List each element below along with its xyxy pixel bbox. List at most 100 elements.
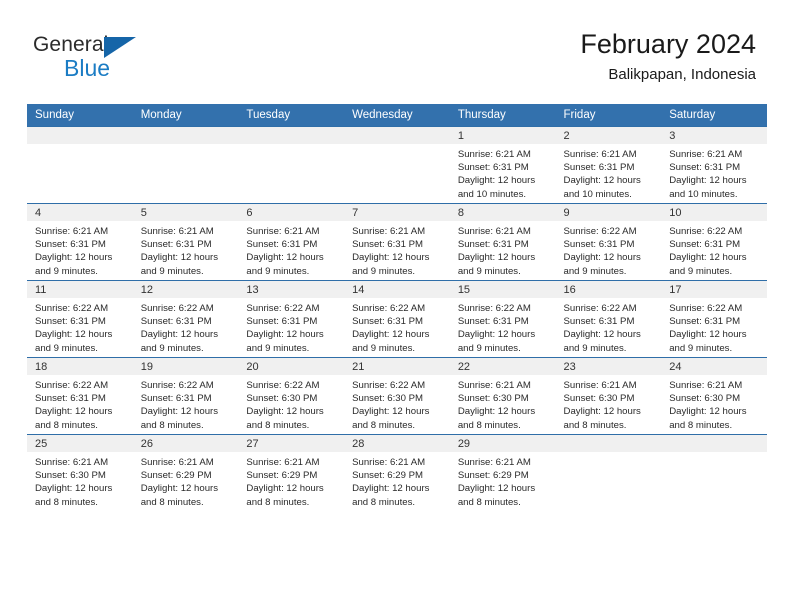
day-cell[interactable]: 20 Sunrise: 6:22 AM Sunset: 6:30 PM Dayligh… [238, 357, 345, 435]
day-cell-content [555, 435, 662, 511]
daylight-text-line1: Daylight: 12 hours [352, 406, 430, 418]
day-cell[interactable]: 22 Sunrise: 6:21 AM Sunset: 6:30 PM Dayligh… [449, 357, 556, 435]
daylight-text-line2: and 8 minutes. [352, 419, 416, 431]
day-cell-content: 15 Sunrise: 6:22 AM Sunset: 6:31 PM Dayligh… [449, 281, 556, 357]
day-info: Sunrise: 6:22 AM Sunset: 6:31 PM Daylight:… [556, 298, 662, 355]
sunrise-text: Sunrise: 6:22 AM [352, 380, 426, 391]
day-cell[interactable]: 2 Sunrise: 6:21 AM Sunset: 6:31 PM Daylight… [555, 126, 662, 204]
day-cell-content: 3 Sunrise: 6:21 AM Sunset: 6:31 PM Daylight… [661, 127, 767, 203]
daylight-text-line2: and 8 minutes. [35, 496, 98, 508]
day-info: Sunrise: 6:21 AM Sunset: 6:30 PM Daylight:… [556, 375, 662, 432]
daylight-text-line2: and 8 minutes. [563, 419, 627, 431]
daylight-text-line2: and 9 minutes. [140, 265, 204, 277]
sunset-text: Sunset: 6:30 PM [246, 393, 318, 405]
day-cell[interactable]: 10 Sunrise: 6:22 AM Sunset: 6:31 PM Dayligh… [661, 203, 767, 281]
sunset-text: Sunset: 6:30 PM [563, 393, 635, 405]
daylight-text-line1: Daylight: 12 hours [140, 252, 219, 264]
day-number: 9 [555, 204, 662, 221]
daylight-text-line2: and 9 minutes. [140, 342, 204, 354]
day-cell[interactable]: 9 Sunrise: 6:22 AM Sunset: 6:31 PM Daylight… [555, 203, 662, 281]
day-info: Sunrise: 6:22 AM Sunset: 6:31 PM Daylight:… [133, 375, 239, 432]
weekday-tuesday: Tuesday [238, 104, 345, 127]
daylight-text-line1: Daylight: 12 hours [140, 329, 219, 341]
day-cell[interactable]: 24 Sunrise: 6:21 AM Sunset: 6:30 PM Dayligh… [661, 357, 767, 435]
day-info: Sunrise: 6:21 AM Sunset: 6:29 PM Daylight:… [238, 452, 344, 509]
calendar-table: Sunday Monday Tuesday Wednesday Thursday… [27, 104, 767, 511]
sunrise-text: Sunrise: 6:21 AM [457, 226, 531, 237]
day-number: 1 [449, 127, 556, 144]
sunset-text: Sunset: 6:31 PM [352, 316, 424, 328]
day-cell[interactable]: 27 Sunrise: 6:21 AM Sunset: 6:29 PM Dayligh… [238, 434, 345, 511]
sunrise-text: Sunrise: 6:21 AM [457, 149, 531, 160]
day-cell-content: 7 Sunrise: 6:21 AM Sunset: 6:31 PM Daylight… [344, 204, 450, 280]
day-cell-content: 2 Sunrise: 6:21 AM Sunset: 6:31 PM Daylight… [555, 127, 662, 203]
daylight-text-line1: Daylight: 12 hours [563, 329, 641, 341]
day-number: 12 [132, 281, 239, 298]
daylight-text-line2: and 8 minutes. [246, 496, 310, 508]
sunset-text: Sunset: 6:31 PM [35, 239, 106, 251]
day-number: 25 [27, 435, 133, 452]
sunrise-text: Sunrise: 6:21 AM [246, 226, 320, 237]
daylight-text-line2: and 10 minutes. [669, 188, 738, 200]
sunset-text: Sunset: 6:30 PM [35, 470, 106, 482]
day-cell-content: 22 Sunrise: 6:21 AM Sunset: 6:30 PM Dayligh… [449, 358, 556, 434]
day-cell[interactable]: 6 Sunrise: 6:21 AM Sunset: 6:31 PM Daylight… [238, 203, 345, 281]
day-cell[interactable]: 28 Sunrise: 6:21 AM Sunset: 6:29 PM Dayligh… [344, 434, 450, 511]
day-cell[interactable]: 26 Sunrise: 6:21 AM Sunset: 6:29 PM Dayligh… [132, 434, 239, 511]
day-cell[interactable]: 8 Sunrise: 6:21 AM Sunset: 6:31 PM Daylight… [449, 203, 556, 281]
daylight-text-line2: and 9 minutes. [35, 265, 98, 277]
daylight-text-line1: Daylight: 12 hours [246, 483, 324, 495]
page-title: February 2024 [580, 29, 756, 59]
day-number: 8 [449, 204, 556, 221]
day-cell[interactable]: 3 Sunrise: 6:21 AM Sunset: 6:31 PM Daylight… [661, 126, 767, 204]
sunset-text: Sunset: 6:31 PM [35, 316, 106, 328]
weekday-thursday: Thursday [449, 104, 556, 127]
day-cell[interactable]: 25 Sunrise: 6:21 AM Sunset: 6:30 PM Dayligh… [27, 434, 133, 511]
day-cell[interactable]: 5 Sunrise: 6:21 AM Sunset: 6:31 PM Daylight… [132, 203, 239, 281]
sunset-text: Sunset: 6:29 PM [140, 470, 212, 482]
day-cell[interactable]: 12 Sunrise: 6:22 AM Sunset: 6:31 PM Dayligh… [132, 280, 239, 358]
day-number [661, 435, 767, 452]
day-cell[interactable]: 21 Sunrise: 6:22 AM Sunset: 6:30 PM Dayligh… [344, 357, 450, 435]
day-cell-content [238, 127, 345, 203]
day-cell[interactable]: 29 Sunrise: 6:21 AM Sunset: 6:29 PM Dayligh… [449, 434, 556, 511]
day-cell[interactable]: 11 Sunrise: 6:22 AM Sunset: 6:31 PM Dayligh… [27, 280, 133, 358]
sunrise-text: Sunrise: 6:21 AM [457, 380, 531, 391]
day-cell[interactable]: 14 Sunrise: 6:22 AM Sunset: 6:31 PM Dayligh… [344, 280, 450, 358]
day-cell[interactable]: 23 Sunrise: 6:21 AM Sunset: 6:30 PM Dayligh… [555, 357, 662, 435]
day-cell[interactable]: 16 Sunrise: 6:22 AM Sunset: 6:31 PM Dayligh… [555, 280, 662, 358]
daylight-text-line2: and 9 minutes. [563, 265, 627, 277]
sunset-text: Sunset: 6:31 PM [246, 316, 318, 328]
calendar-head: Sunday Monday Tuesday Wednesday Thursday… [27, 104, 767, 127]
general-blue-logo[interactable]: General Blue [33, 33, 173, 85]
day-cell[interactable]: 4 Sunrise: 6:21 AM Sunset: 6:31 PM Daylight… [27, 203, 133, 281]
day-info: Sunrise: 6:21 AM Sunset: 6:29 PM Daylight:… [450, 452, 556, 509]
day-cell[interactable]: 15 Sunrise: 6:22 AM Sunset: 6:31 PM Dayligh… [449, 280, 556, 358]
daylight-text-line2: and 8 minutes. [669, 419, 733, 431]
day-cell-content: 20 Sunrise: 6:22 AM Sunset: 6:30 PM Dayligh… [238, 358, 345, 434]
sunrise-text: Sunrise: 6:21 AM [563, 149, 637, 160]
sunrise-text: Sunrise: 6:22 AM [669, 226, 743, 237]
day-cell[interactable]: 18 Sunrise: 6:22 AM Sunset: 6:31 PM Dayligh… [27, 357, 133, 435]
day-cell[interactable]: 1 Sunrise: 6:21 AM Sunset: 6:31 PM Daylight… [449, 126, 556, 204]
day-info: Sunrise: 6:21 AM Sunset: 6:29 PM Daylight:… [344, 452, 450, 509]
sunrise-text: Sunrise: 6:21 AM [669, 380, 743, 391]
daylight-text-line1: Daylight: 12 hours [35, 329, 113, 341]
day-number: 18 [27, 358, 133, 375]
day-cell[interactable]: 13 Sunrise: 6:22 AM Sunset: 6:31 PM Dayligh… [238, 280, 345, 358]
sunrise-text: Sunrise: 6:21 AM [140, 226, 214, 237]
daylight-text-line2: and 8 minutes. [457, 419, 521, 431]
day-info: Sunrise: 6:21 AM Sunset: 6:31 PM Daylight:… [661, 144, 767, 201]
day-cell[interactable]: 19 Sunrise: 6:22 AM Sunset: 6:31 PM Dayligh… [132, 357, 239, 435]
day-cell-content: 26 Sunrise: 6:21 AM Sunset: 6:29 PM Dayligh… [132, 435, 239, 511]
daylight-text-line1: Daylight: 12 hours [352, 483, 430, 495]
day-cell[interactable]: 7 Sunrise: 6:21 AM Sunset: 6:31 PM Daylight… [344, 203, 450, 281]
daylight-text-line2: and 10 minutes. [563, 188, 632, 200]
day-number: 29 [449, 435, 556, 452]
sunset-text: Sunset: 6:31 PM [669, 239, 741, 251]
day-cell[interactable]: 17 Sunrise: 6:22 AM Sunset: 6:31 PM Dayligh… [661, 280, 767, 358]
day-cell-content: 12 Sunrise: 6:22 AM Sunset: 6:31 PM Dayligh… [132, 281, 239, 357]
sunset-text: Sunset: 6:31 PM [140, 393, 212, 405]
sunset-text: Sunset: 6:31 PM [669, 162, 741, 174]
day-cell-content: 9 Sunrise: 6:22 AM Sunset: 6:31 PM Daylight… [555, 204, 662, 280]
